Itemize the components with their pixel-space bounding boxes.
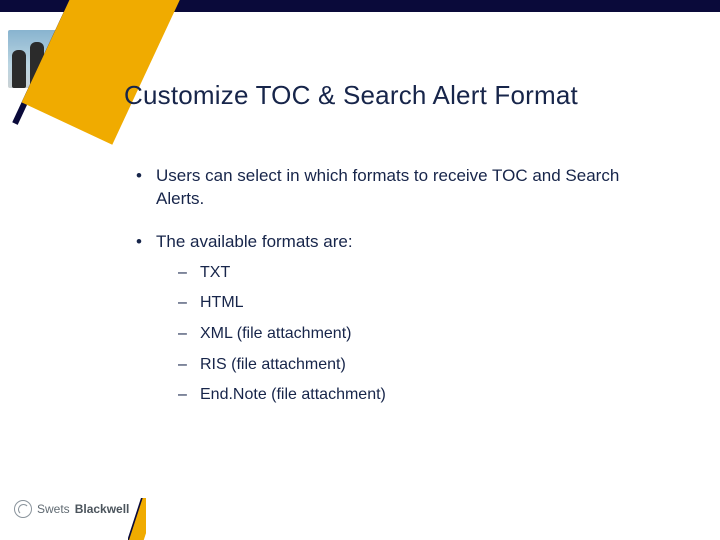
logo-icon bbox=[14, 500, 32, 518]
slide-title: Customize TOC & Search Alert Format bbox=[124, 80, 578, 111]
sub-bullet-item: HTML bbox=[174, 292, 668, 314]
slide-body: Users can select in which formats to rec… bbox=[128, 165, 668, 426]
sub-bullet-item: RIS (file attachment) bbox=[174, 354, 668, 376]
corner-graphic bbox=[0, 12, 140, 112]
footer-accent bbox=[128, 498, 146, 540]
bullet-text: Users can select in which formats to rec… bbox=[156, 166, 619, 208]
bullet-item: Users can select in which formats to rec… bbox=[128, 165, 668, 211]
bullet-item: The available formats are: TXT HTML XML … bbox=[128, 231, 668, 406]
sub-bullet-item: End.Note (file attachment) bbox=[174, 384, 668, 406]
logo-text-primary: Swets bbox=[37, 502, 70, 516]
logo-text-secondary: Blackwell bbox=[75, 502, 130, 516]
sub-bullet-item: TXT bbox=[174, 262, 668, 284]
logo: Swets Blackwell bbox=[14, 500, 129, 518]
sub-bullet-item: XML (file attachment) bbox=[174, 323, 668, 345]
bullet-text: The available formats are: bbox=[156, 232, 353, 251]
